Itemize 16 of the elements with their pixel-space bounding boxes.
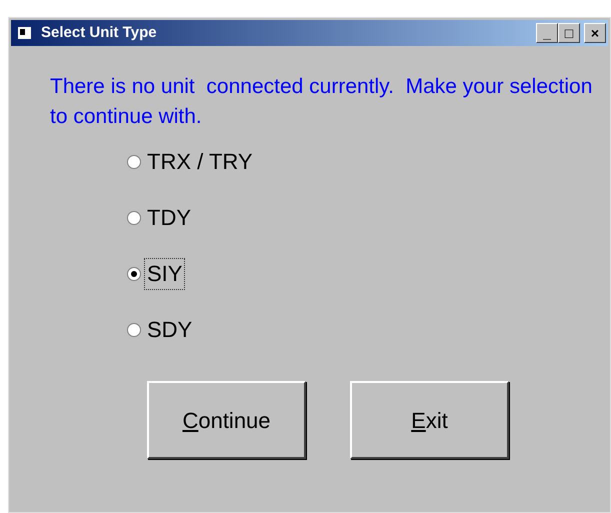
instruction-text: There is no unit connected currently. Make your selection to continue with. bbox=[50, 74, 594, 130]
option-label[interactable]: TDY bbox=[144, 202, 194, 234]
exit-button[interactable]: Exit bbox=[350, 381, 509, 459]
continue-button[interactable]: Continue bbox=[147, 381, 306, 459]
close-button[interactable]: × bbox=[584, 23, 606, 43]
minimize-button[interactable]: _ bbox=[536, 23, 558, 43]
radio-button[interactable] bbox=[127, 155, 141, 169]
window-title: Select Unit Type bbox=[41, 22, 158, 43]
radio-button[interactable] bbox=[127, 323, 141, 337]
option-label[interactable]: TRX / TRY bbox=[144, 146, 256, 178]
maximize-button[interactable]: □ bbox=[558, 23, 580, 43]
radio-button[interactable] bbox=[127, 267, 141, 281]
radio-button[interactable] bbox=[127, 211, 141, 225]
option-label[interactable]: SDY bbox=[144, 314, 196, 346]
app-icon bbox=[17, 25, 33, 41]
option-label[interactable]: SIY bbox=[144, 258, 186, 290]
